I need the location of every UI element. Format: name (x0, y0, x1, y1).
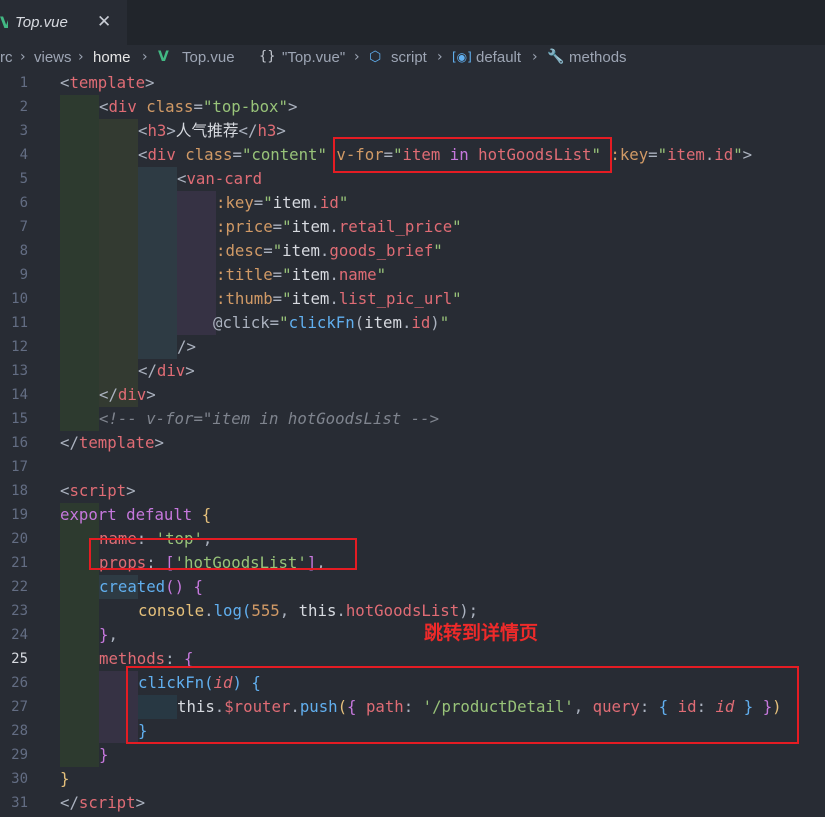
code-line[interactable]: :desc="item.goods_brief" (216, 239, 443, 263)
line-number: 15 (11, 411, 28, 427)
code-line[interactable]: :title="item.name" (216, 263, 386, 287)
breadcrumb-item-default[interactable]: default (476, 49, 521, 67)
line-number: 30 (11, 771, 28, 787)
line-number: 8 (19, 243, 28, 259)
chevron-right-icon: › (437, 49, 443, 65)
line-number: 28 (11, 723, 28, 739)
line-number: 6 (19, 195, 28, 211)
indent-guide (60, 95, 99, 431)
line-number: 31 (11, 795, 28, 811)
chevron-right-icon: › (532, 49, 538, 65)
close-icon[interactable]: ✕ (97, 11, 111, 33)
line-number: 29 (11, 747, 28, 763)
line-number: 17 (11, 459, 28, 475)
chevron-right-icon: › (20, 49, 26, 65)
annotation-text: 跳转到详情页 (424, 622, 539, 644)
line-number: 21 (11, 555, 28, 571)
code-line[interactable]: props: ['hotGoodsList'], (99, 551, 326, 575)
code-line[interactable]: }, (99, 623, 118, 647)
brackets-icon: [◉] (452, 50, 472, 64)
code-line[interactable]: console.log(555, this.hotGoodsList); (138, 599, 478, 623)
code-line[interactable]: <div class="content" v-for="item in hotG… (138, 143, 752, 167)
line-number: 18 (11, 483, 28, 499)
code-line[interactable]: this.$router.push({ path: '/productDetai… (177, 695, 782, 719)
breadcrumb-item-file[interactable]: Top.vue (182, 49, 235, 67)
breadcrumb-item-src[interactable]: rc (0, 49, 13, 67)
code-line[interactable]: export default { (60, 503, 211, 527)
breadcrumb-item-component[interactable]: "Top.vue" (282, 49, 345, 67)
indent-guide (99, 119, 138, 407)
vue-logo-icon: V (0, 13, 8, 32)
line-number: 23 (11, 603, 28, 619)
chevron-right-icon: › (354, 49, 360, 65)
indent-guide (138, 167, 177, 359)
code-line[interactable]: <script> (60, 479, 136, 503)
code-line[interactable]: } (99, 743, 108, 767)
line-number: 12 (11, 339, 28, 355)
cube-icon: ⬡ (369, 49, 382, 65)
line-number: 2 (19, 99, 28, 115)
code-line[interactable]: @click="clickFn(item.id)" (213, 311, 449, 335)
line-number: 5 (19, 171, 28, 187)
code-line[interactable]: clickFn(id) { (138, 671, 261, 695)
line-number-active: 25 (11, 651, 28, 667)
tab-bar: V Top.vue ✕ (0, 0, 825, 45)
breadcrumb-item-methods[interactable]: methods (569, 49, 627, 67)
code-line[interactable]: </template> (60, 431, 164, 455)
tab-title: Top.vue (15, 14, 68, 31)
indent-guide (138, 695, 177, 719)
code-editor[interactable]: 1 2 3 4 5 6 7 8 9 10 11 12 13 14 15 16 1… (0, 71, 825, 817)
breadcrumb-item-views[interactable]: views (34, 49, 72, 67)
chevron-right-icon: › (142, 49, 148, 65)
line-number: 19 (11, 507, 28, 523)
line-number: 7 (19, 219, 28, 235)
indent-guide (177, 191, 216, 335)
code-line[interactable]: /> (177, 335, 196, 359)
code-line[interactable]: methods: { (99, 647, 193, 671)
line-number: 26 (11, 675, 28, 691)
vue-file-icon: V (158, 49, 169, 65)
wrench-icon: 🔧 (547, 49, 565, 65)
code-line[interactable]: <div class="top-box"> (99, 95, 297, 119)
braces-icon: {} (259, 49, 276, 64)
line-number: 9 (19, 267, 28, 283)
line-number: 27 (11, 699, 28, 715)
indent-guide (60, 503, 99, 767)
code-line[interactable]: </div> (99, 383, 156, 407)
line-number: 22 (11, 579, 28, 595)
code-line[interactable]: </div> (138, 359, 195, 383)
line-number: 10 (11, 291, 28, 307)
code-line[interactable]: :price="item.retail_price" (216, 215, 462, 239)
line-number: 3 (19, 123, 28, 139)
line-number: 1 (19, 75, 28, 91)
code-line[interactable]: </script> (60, 791, 145, 815)
line-number: 4 (19, 147, 28, 163)
code-line[interactable]: name: 'top', (99, 527, 212, 551)
indent-guide (99, 671, 138, 743)
code-line[interactable]: :key="item.id" (216, 191, 348, 215)
breadcrumb-item-script[interactable]: script (391, 49, 427, 67)
line-number: 16 (11, 435, 28, 451)
line-number: 20 (11, 531, 28, 547)
line-number: 13 (11, 363, 28, 379)
line-number: 14 (11, 387, 28, 403)
line-number: 11 (11, 315, 28, 331)
line-number: 24 (11, 627, 28, 643)
code-line[interactable]: } (60, 767, 69, 791)
breadcrumb: rc › views › home › V Top.vue {} "Top.vu… (0, 45, 825, 71)
chevron-right-icon: › (78, 49, 84, 65)
code-line[interactable]: <template> (60, 71, 154, 95)
code-line[interactable]: <h3>人气推荐</h3> (138, 119, 286, 143)
tab-top-vue[interactable]: V Top.vue ✕ (0, 0, 127, 45)
code-line[interactable]: } (138, 719, 147, 743)
code-line[interactable]: :thumb="item.list_pic_url" (216, 287, 462, 311)
code-line[interactable]: <!-- v-for="item in hotGoodsList --> (99, 407, 439, 431)
code-line[interactable]: created() { (99, 575, 203, 599)
code-line[interactable]: <van-card (177, 167, 262, 191)
breadcrumb-item-home[interactable]: home (93, 49, 131, 67)
